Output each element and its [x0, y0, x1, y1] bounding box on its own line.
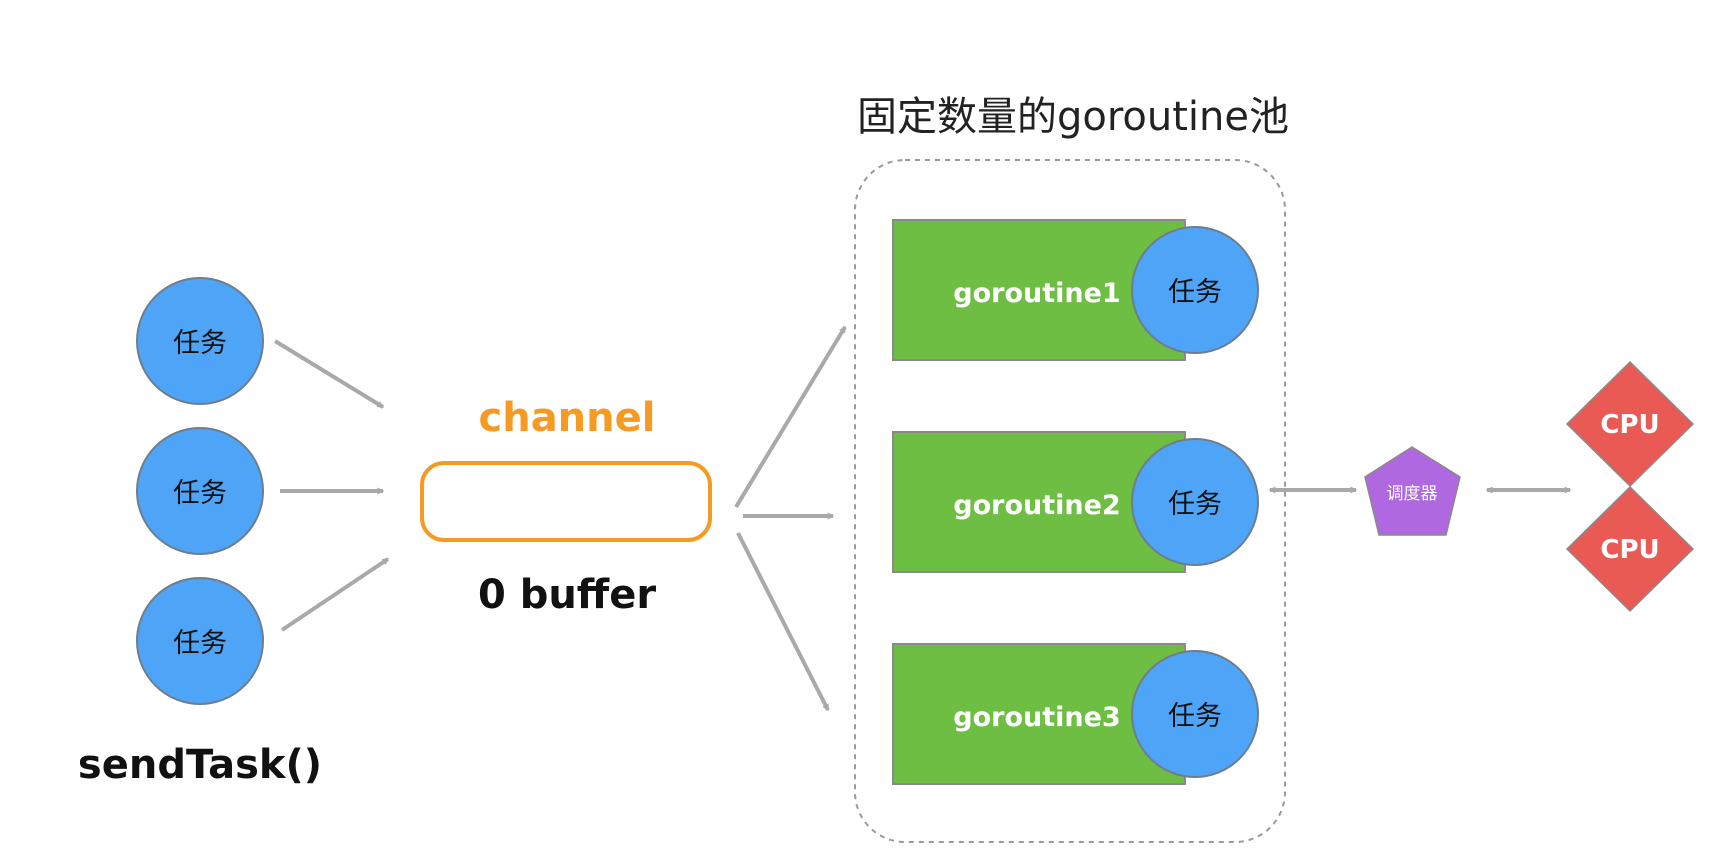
task-label: 任务	[173, 628, 227, 659]
channel-buffer-label: 0 buffer	[478, 572, 656, 618]
worker-task-label: 任务	[1168, 701, 1222, 732]
producer-task-3: 任务	[136, 577, 264, 705]
goroutine-name: goroutine1	[953, 278, 1120, 309]
channel-label: channel	[479, 395, 656, 441]
channel-box	[420, 461, 712, 542]
goroutine-worker-3: goroutine3 任务	[892, 643, 1259, 785]
task-label: 任务	[173, 478, 227, 509]
cpu-label: CPU	[1600, 535, 1659, 565]
send-task-caption: sendTask()	[78, 742, 322, 788]
arrow-channel-to-goroutine1	[734, 325, 847, 509]
scheduler: 调度器	[1364, 446, 1461, 536]
goroutine-worker-1: goroutine1 任务	[892, 219, 1259, 361]
goroutine-name: goroutine3	[953, 702, 1120, 733]
worker-task-label: 任务	[1168, 277, 1222, 308]
goroutine-pool-diagram: 固定数量的goroutine池 任务 任务 任务 sendTask() chan…	[78, 94, 1695, 843]
arrow-task1-to-channel	[273, 339, 385, 409]
worker-task-label: 任务	[1168, 489, 1222, 520]
producer-task-2: 任务	[136, 427, 264, 555]
cpu-1: CPU	[1565, 360, 1695, 488]
task-label: 任务	[173, 328, 227, 359]
arrow-task3-to-channel	[280, 557, 390, 632]
cpu-label: CPU	[1600, 410, 1659, 440]
goroutine-name: goroutine2	[953, 490, 1120, 521]
pool-title: 固定数量的goroutine池	[857, 94, 1289, 140]
goroutine-worker-2: goroutine2 任务	[892, 431, 1259, 573]
producer-task-1: 任务	[136, 277, 264, 405]
scheduler-label: 调度器	[1387, 484, 1438, 504]
arrow-channel-to-goroutine3	[736, 532, 830, 712]
cpu-2: CPU	[1565, 485, 1695, 613]
